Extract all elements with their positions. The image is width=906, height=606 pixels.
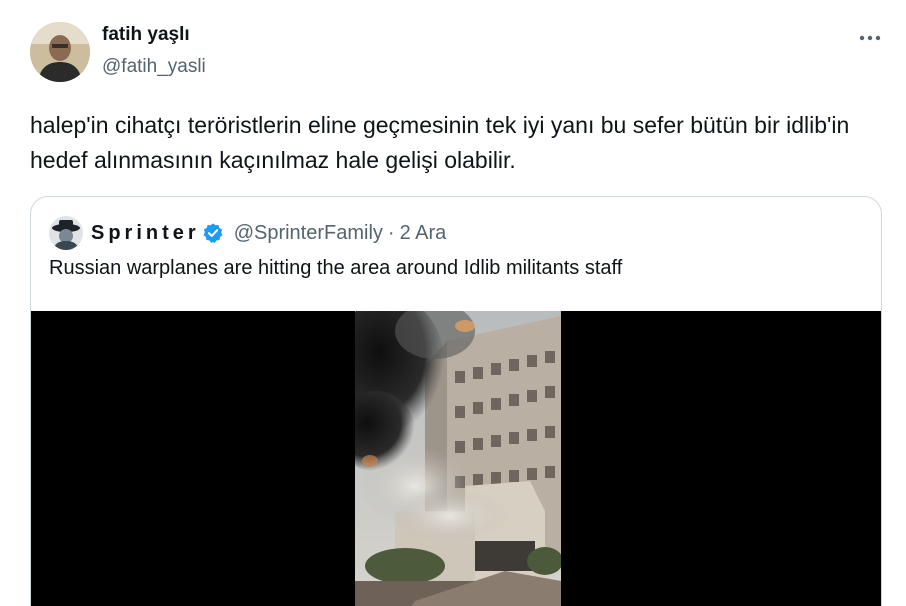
tweet-text: halep'in cihatçı teröristlerin eline geç…: [30, 112, 850, 173]
verified-badge-icon: [203, 223, 223, 243]
author-avatar[interactable]: [30, 22, 90, 82]
more-icon: [859, 35, 881, 41]
quoted-tweet[interactable]: Sprinter @SprinterFamily · 2 Ara Russian…: [30, 196, 882, 606]
quoted-author-name[interactable]: Sprinter: [91, 222, 200, 245]
quoted-tweet-header: Sprinter @SprinterFamily · 2 Ara: [49, 215, 446, 251]
quoted-tweet-date[interactable]: 2 Ara: [400, 222, 447, 245]
author-handle[interactable]: @fatih_yasli: [102, 56, 206, 78]
video-frame: [355, 311, 561, 606]
quoted-author-avatar[interactable]: [49, 216, 83, 250]
separator-dot: ·: [387, 221, 395, 244]
quoted-author-handle[interactable]: @SprinterFamily: [234, 222, 383, 245]
video-player[interactable]: [31, 311, 881, 606]
author-name[interactable]: fatih yaşlı: [102, 24, 190, 46]
tweet: fatih yaşlı @fatih_yasli halep'in cihatç…: [0, 0, 906, 606]
quoted-tweet-text: Russian warplanes are hitting the area a…: [49, 257, 623, 279]
more-options-button[interactable]: [850, 24, 890, 52]
